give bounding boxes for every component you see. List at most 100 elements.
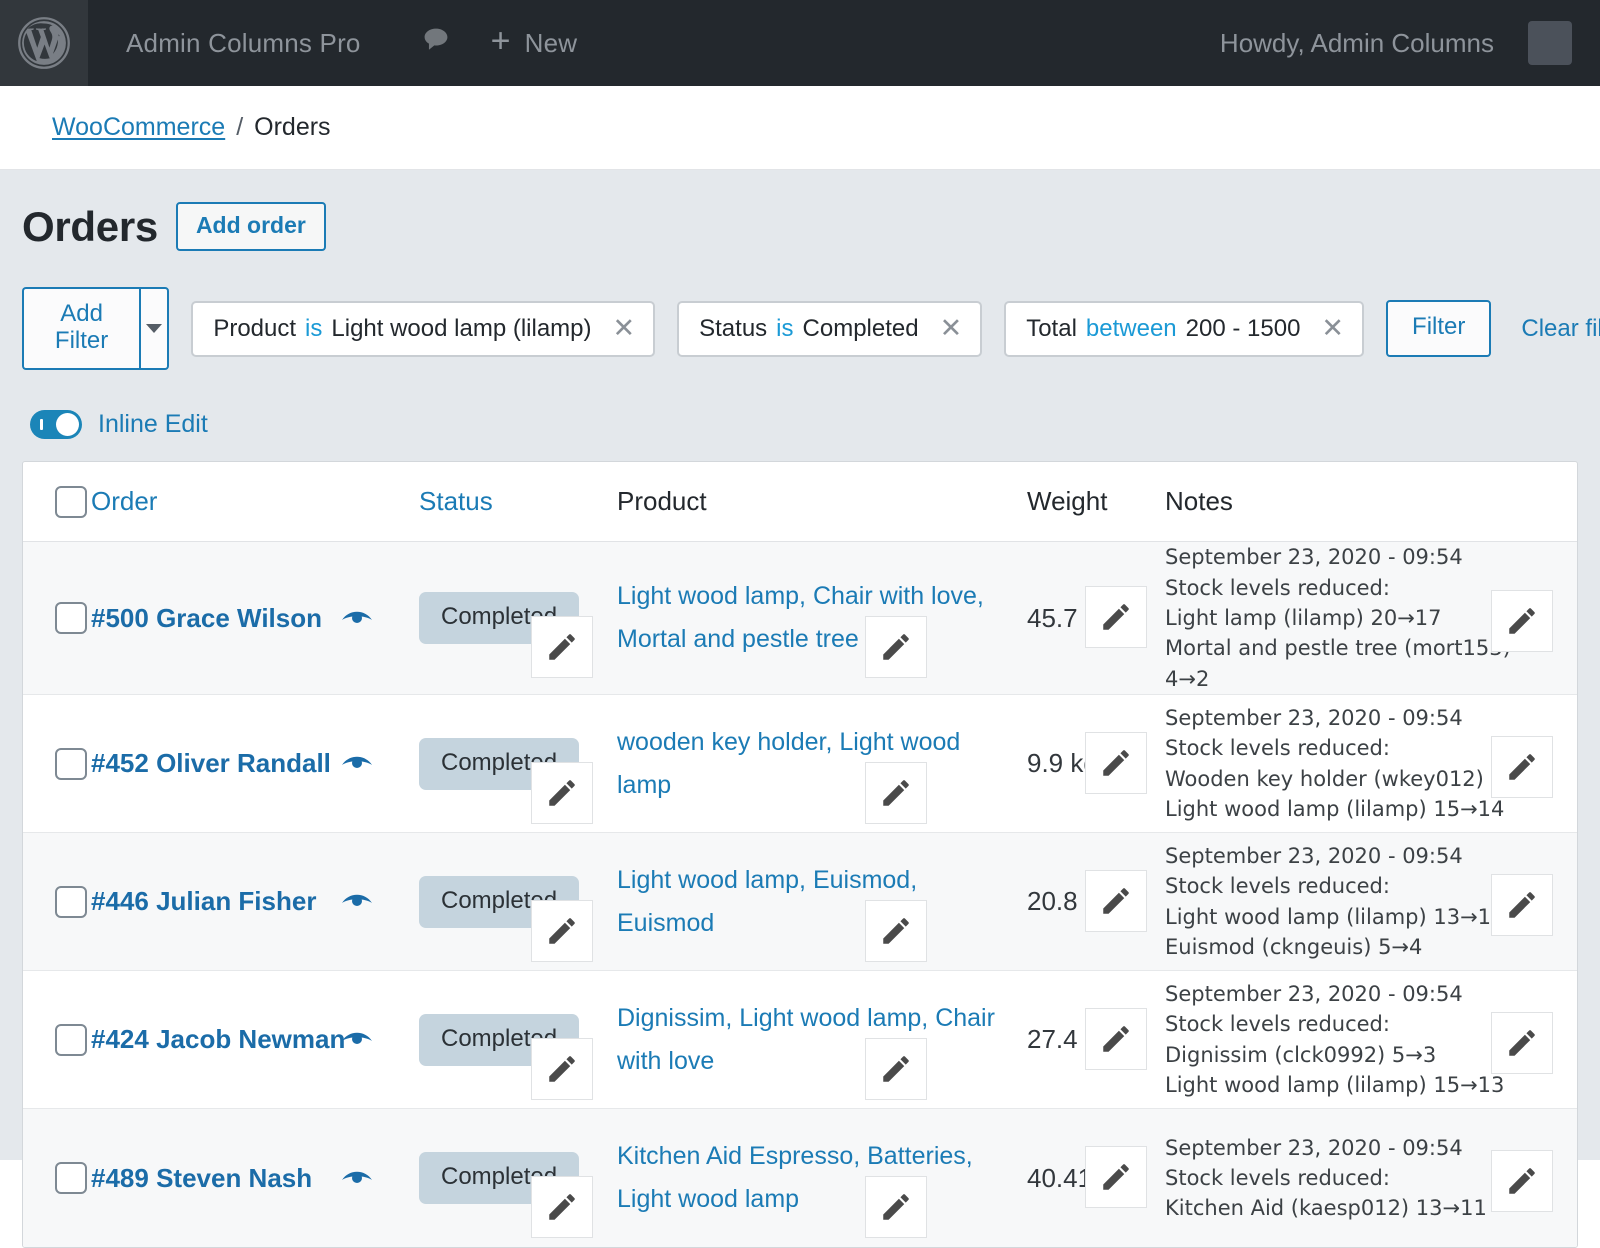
admin-bar-comments[interactable]	[395, 0, 477, 86]
order-link[interactable]: #452 Oliver Randall	[91, 748, 331, 778]
product-links[interactable]: Dignissim, Light wood lamp, Chair with l…	[617, 1004, 995, 1075]
eye-icon[interactable]	[341, 751, 373, 776]
inline-edit-product-button[interactable]	[865, 899, 927, 962]
order-cell: #500 Grace Wilson	[91, 603, 341, 634]
inline-edit-weight-button[interactable]	[1085, 586, 1147, 649]
inline-edit-weight-button[interactable]	[1085, 1146, 1147, 1209]
inline-edit-product-button[interactable]	[865, 1176, 927, 1239]
caret-triangle	[146, 324, 163, 334]
chip-operator: is	[776, 314, 794, 342]
preview-cell	[341, 1166, 419, 1191]
inline-edit-notes-button[interactable]	[1491, 1011, 1553, 1074]
row-checkbox[interactable]	[55, 1162, 87, 1195]
breadcrumb-separator: /	[236, 113, 244, 141]
eye-icon[interactable]	[341, 606, 373, 631]
row-select-cell	[23, 1162, 91, 1195]
breadcrumb-link-woocommerce[interactable]: WooCommerce	[52, 113, 225, 142]
notes-text: September 23, 2020 - 09:54 Stock levels …	[1165, 545, 1511, 691]
order-link[interactable]: #446 Julian Fisher	[91, 886, 316, 916]
product-cell: Light wood lamp, Chair with love, Mortal…	[617, 575, 1027, 679]
filter-chip-total[interactable]: Total between 200 - 1500 ✕	[1004, 300, 1365, 357]
filter-chip-product[interactable]: Product is Light wood lamp (lilamp) ✕	[191, 300, 656, 357]
product-cell: wooden key holder, Light wood lamp	[617, 721, 1027, 824]
column-label: Product	[617, 486, 707, 517]
column-header-status[interactable]: Status	[419, 486, 617, 517]
row-select-cell	[23, 602, 91, 635]
admin-bar-site-name[interactable]: Admin Columns Pro	[88, 0, 395, 86]
order-cell: #446 Julian Fisher	[91, 886, 341, 917]
eye-icon[interactable]	[341, 1166, 373, 1191]
inline-edit-status-button[interactable]	[531, 616, 593, 679]
product-cell: Light wood lamp, Euismod, Euismod	[617, 859, 1027, 962]
product-links[interactable]: Light wood lamp, Chair with love, Mortal…	[617, 582, 984, 653]
column-label: Notes	[1165, 486, 1233, 517]
notes-cell: September 23, 2020 - 09:54 Stock levels …	[1165, 1133, 1577, 1224]
order-link[interactable]: #424 Jacob Newman	[91, 1024, 345, 1054]
inline-edit-notes-button[interactable]	[1491, 590, 1553, 653]
inline-edit-weight-button[interactable]	[1085, 869, 1147, 932]
inline-edit-status-button[interactable]	[531, 1037, 593, 1100]
close-icon[interactable]: ✕	[1321, 315, 1344, 342]
orders-table: Order Status Product Weight Notes #500 G…	[22, 461, 1578, 1248]
admin-bar-new[interactable]: + New	[477, 0, 604, 86]
notes-cell: September 23, 2020 - 09:54 Stock levels …	[1165, 542, 1577, 694]
chip-value: Completed	[802, 314, 919, 342]
inline-edit-weight-button[interactable]	[1085, 731, 1147, 794]
inline-edit-product-button[interactable]	[865, 761, 927, 824]
weight-cell: 20.8 kg	[1027, 869, 1165, 932]
toggle-knob	[56, 413, 79, 437]
inline-edit-status-button[interactable]	[531, 761, 593, 824]
comment-bubble-icon	[421, 25, 451, 62]
order-link[interactable]: #489 Steven Nash	[91, 1163, 312, 1193]
table-row: #452 Oliver Randall Completed wooden key…	[23, 695, 1577, 834]
chip-operator: between	[1085, 314, 1177, 342]
order-cell: #452 Oliver Randall	[91, 748, 341, 779]
clear-filters-link[interactable]: Clear filters	[1521, 315, 1600, 343]
row-checkbox[interactable]	[55, 885, 87, 918]
inline-edit-status-button[interactable]	[531, 1176, 593, 1239]
notes-cell: September 23, 2020 - 09:54 Stock levels …	[1165, 841, 1577, 963]
status-cell: Completed	[419, 592, 617, 679]
filter-submit-button[interactable]: Filter	[1386, 300, 1492, 357]
add-filter-button[interactable]: Add Filter	[22, 287, 140, 371]
filter-chip-status[interactable]: Status is Completed ✕	[677, 300, 983, 357]
row-checkbox[interactable]	[55, 747, 87, 780]
chevron-down-icon[interactable]	[139, 287, 170, 371]
inline-edit-weight-button[interactable]	[1085, 1007, 1147, 1070]
avatar[interactable]	[1528, 21, 1572, 65]
table-row: #446 Julian Fisher Completed Light wood …	[23, 833, 1577, 972]
select-all-checkbox[interactable]	[55, 485, 87, 518]
page-header: Orders Add order	[0, 170, 1600, 252]
table-row: #489 Steven Nash Completed Kitchen Aid E…	[23, 1109, 1577, 1248]
row-checkbox[interactable]	[55, 602, 87, 635]
inline-edit-product-button[interactable]	[865, 616, 927, 679]
weight-cell: 27.4 kg	[1027, 1007, 1165, 1070]
column-label: Status	[419, 486, 493, 517]
admin-bar-account[interactable]: Howdy, Admin Columns	[1220, 0, 1600, 86]
eye-icon[interactable]	[341, 1027, 373, 1052]
row-checkbox[interactable]	[55, 1023, 87, 1056]
chip-field: Product	[213, 314, 297, 342]
inline-edit-control: Inline Edit	[0, 410, 1600, 440]
plus-icon: +	[490, 22, 511, 60]
add-filter-group: Add Filter	[22, 287, 170, 371]
chip-value: Light wood lamp (lilamp)	[331, 314, 592, 342]
column-header-notes: Notes	[1165, 486, 1577, 517]
inline-edit-status-button[interactable]	[531, 899, 593, 962]
wordpress-logo-icon[interactable]	[0, 0, 88, 86]
inline-edit-label: Inline Edit	[98, 410, 208, 439]
column-header-order[interactable]: Order	[91, 486, 341, 517]
order-link[interactable]: #500 Grace Wilson	[91, 603, 322, 633]
inline-edit-toggle[interactable]	[30, 410, 82, 440]
close-icon[interactable]: ✕	[940, 315, 963, 342]
inline-edit-notes-button[interactable]	[1491, 873, 1553, 936]
chip-value: 200 - 1500	[1185, 314, 1301, 342]
eye-icon[interactable]	[341, 889, 373, 914]
inline-edit-notes-button[interactable]	[1491, 735, 1553, 798]
status-cell: Completed	[419, 737, 617, 824]
inline-edit-product-button[interactable]	[865, 1037, 927, 1100]
row-select-cell	[23, 885, 91, 918]
close-icon[interactable]: ✕	[613, 315, 636, 342]
preview-cell	[341, 1027, 419, 1052]
add-order-button[interactable]: Add order	[175, 202, 326, 252]
